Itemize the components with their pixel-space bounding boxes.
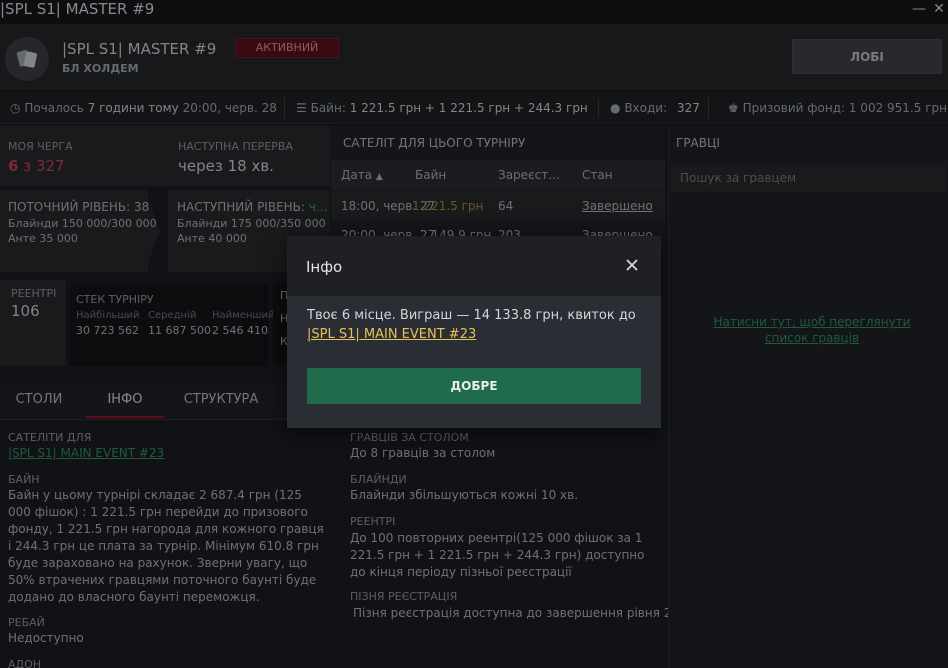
ok-button[interactable]: ДОБРЕ [307, 368, 641, 404]
dialog-title: Інфо [306, 258, 343, 276]
dialog-message: Твоє 6 місце. Виграш — 14 133.8 грн, кви… [307, 308, 636, 323]
info-dialog: Інфо Твоє 6 місце. Виграш — 14 133.8 грн… [287, 236, 661, 428]
close-icon[interactable] [623, 256, 641, 274]
main-event-link[interactable]: |SPL S1| MAIN EVENT #23 [307, 327, 476, 342]
dialog-header [287, 236, 661, 296]
